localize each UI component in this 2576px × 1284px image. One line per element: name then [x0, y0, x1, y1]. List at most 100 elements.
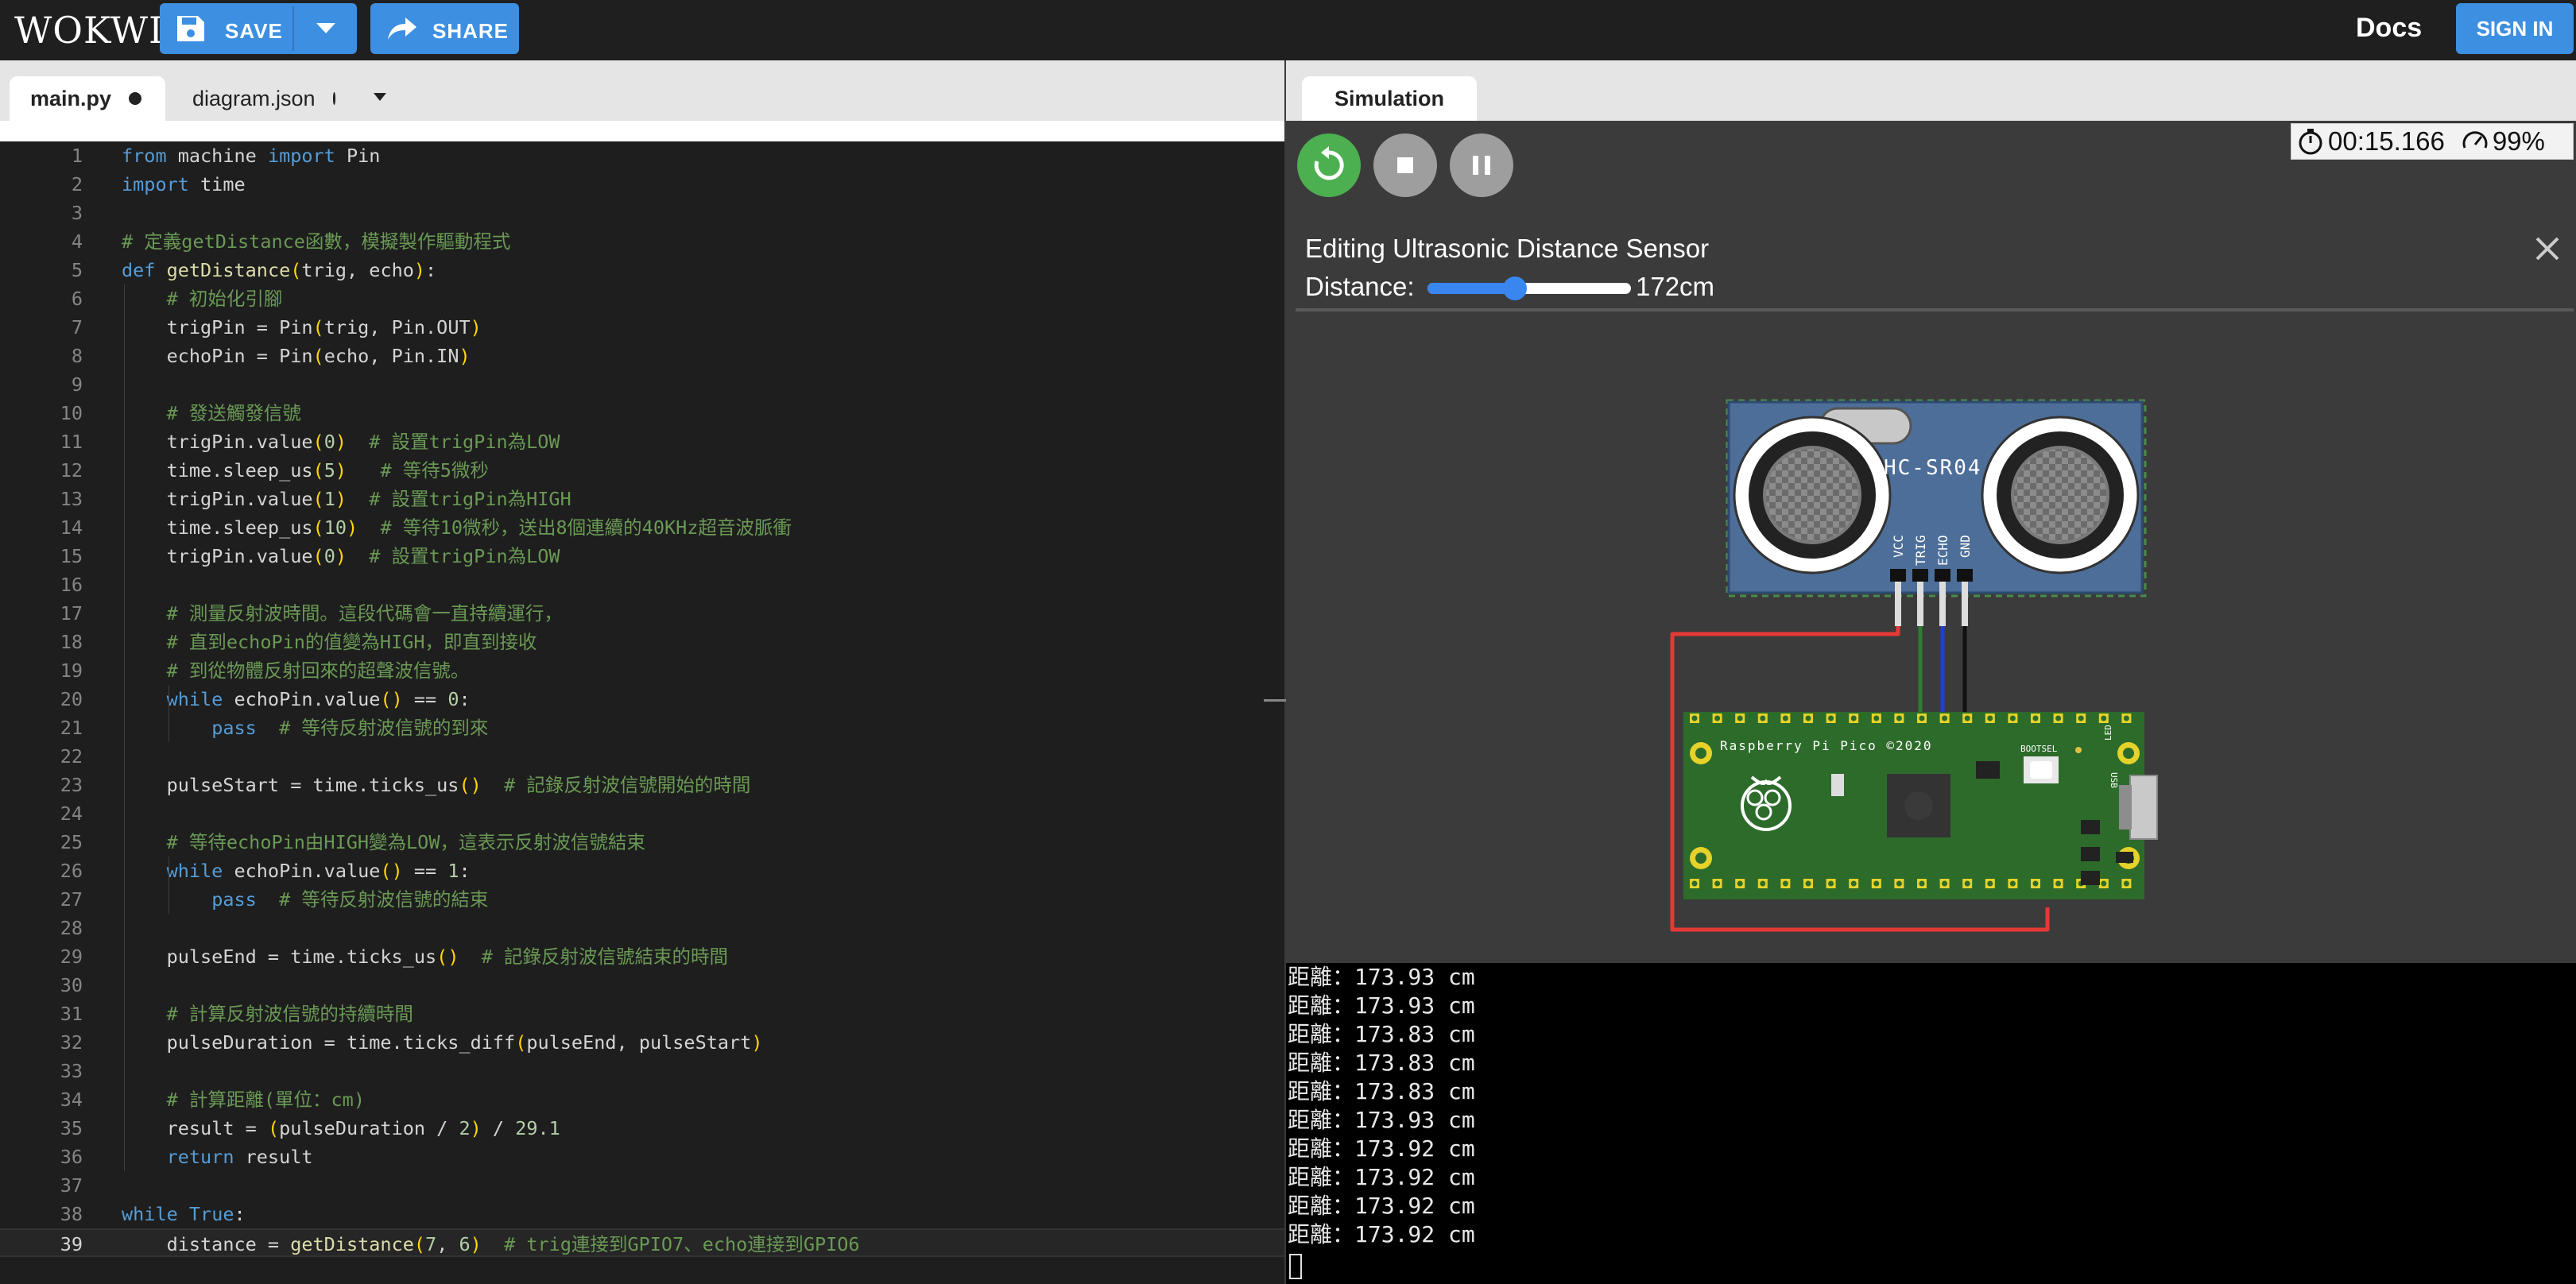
- line-number: 23: [60, 774, 83, 796]
- code-line[interactable]: 27 pass # 等待反射波信號的結束: [0, 885, 1284, 914]
- line-number: 20: [60, 688, 83, 710]
- code-line[interactable]: 24: [0, 799, 1284, 828]
- code-line[interactable]: 16: [0, 570, 1284, 599]
- tab-menu-chevron-down-icon[interactable]: [372, 92, 388, 102]
- code-line-text: trigPin.value(0) # 設置trigPin為LOW: [122, 545, 560, 567]
- code-line-text: pass # 等待反射波信號的結束: [211, 888, 489, 911]
- stop-button[interactable]: [1373, 133, 1437, 197]
- code-line[interactable]: 11 trigPin.value(0) # 設置trigPin為LOW: [0, 427, 1284, 456]
- code-editor-pane: main.py diagram.json 1 from machine impor…: [0, 60, 1284, 1284]
- code-line[interactable]: 32 pulseDuration = time.ticks_diff(pulse…: [0, 1028, 1284, 1057]
- code-line[interactable]: 3: [0, 199, 1284, 227]
- code-line[interactable]: 5 def getDistance(trig, echo):: [0, 256, 1284, 284]
- tab-simulation[interactable]: Simulation: [1302, 76, 1477, 121]
- code-line[interactable]: 33: [0, 1057, 1284, 1085]
- serial-input-cursor[interactable]: [1289, 1254, 1302, 1279]
- code-line[interactable]: 25 # 等待echoPin由HIGH變為LOW，這表示反射波信號結束: [0, 828, 1284, 857]
- serial-output-line: 距離：173.92 cm: [1288, 1221, 1475, 1247]
- serial-output-line: 距離：173.93 cm: [1288, 964, 1475, 990]
- line-number: 27: [60, 888, 83, 911]
- line-number: 1: [71, 145, 83, 167]
- pico-usb-label: USB: [2109, 772, 2119, 788]
- serial-output-line: 距離：173.83 cm: [1288, 1021, 1475, 1047]
- code-line[interactable]: 34 # 計算距離(單位：cm): [0, 1085, 1284, 1114]
- save-options-chevron-down-icon[interactable]: [314, 21, 338, 37]
- code-line[interactable]: 30: [0, 971, 1284, 1000]
- code-line[interactable]: 20 while echoPin.value() == 0:: [0, 685, 1284, 714]
- editor-top-strip: [0, 121, 1284, 141]
- code-line-text: # 測量反射波時間。這段代碼會一直持續運行，: [166, 602, 563, 625]
- restart-button[interactable]: [1297, 133, 1361, 197]
- docs-link[interactable]: Docs: [2356, 13, 2422, 44]
- code-line[interactable]: 29 pulseEnd = time.ticks_us() # 記錄反射波信號結…: [0, 942, 1284, 971]
- code-line[interactable]: 12 time.sleep_us(5) # 等待5微秒: [0, 456, 1284, 485]
- line-number: 7: [71, 316, 83, 338]
- code-line-text: time.sleep_us(5) # 等待5微秒: [122, 459, 489, 482]
- code-line[interactable]: 13 trigPin.value(1) # 設置trigPin為HIGH: [0, 485, 1284, 513]
- code-line-text: pulseDuration = time.ticks_diff(pulseEnd…: [122, 1031, 763, 1054]
- line-number: 3: [71, 202, 83, 224]
- close-icon[interactable]: [2534, 235, 2561, 262]
- code-line[interactable]: 18 # 直到echoPin的值變為HIGH，即直到接收: [0, 628, 1284, 656]
- code-line[interactable]: 15 trigPin.value(0) # 設置trigPin為LOW: [0, 542, 1284, 570]
- code-line-text: # 直到echoPin的值變為HIGH，即直到接收: [166, 631, 537, 653]
- code-line-text: # 計算距離(單位：cm): [166, 1089, 365, 1111]
- code-line[interactable]: 9: [0, 370, 1284, 399]
- code-line[interactable]: 10 # 發送觸發信號: [0, 399, 1284, 427]
- tab-diagram-json[interactable]: diagram.json: [172, 76, 356, 121]
- code-line[interactable]: 2 import time: [0, 170, 1284, 199]
- code-line[interactable]: 23 pulseStart = time.ticks_us() # 記錄反射波信…: [0, 771, 1284, 799]
- code-line[interactable]: 38 while True:: [0, 1200, 1284, 1228]
- pane-resize-handle[interactable]: [1264, 699, 1286, 702]
- code-line-text: distance = getDistance(7, 6) # trig連接到GP…: [122, 1233, 860, 1255]
- distance-slider[interactable]: [1427, 277, 1631, 300]
- distance-label: Distance:: [1305, 272, 1415, 301]
- code-line[interactable]: 21 pass # 等待反射波信號的到來: [0, 714, 1284, 742]
- code-line[interactable]: 4 # 定義getDistance函數，模擬製作驅動程式: [0, 227, 1284, 256]
- code-line[interactable]: 39 distance = getDistance(7, 6) # trig連接…: [0, 1228, 1284, 1257]
- unsaved-dot-icon: [332, 92, 335, 105]
- share-label: SHARE: [432, 19, 509, 43]
- tab-label: main.py: [30, 86, 112, 110]
- pico-bootsel-label: BOOTSEL: [2020, 744, 2058, 754]
- tab-main-py[interactable]: main.py: [10, 76, 165, 121]
- code-line[interactable]: 31 # 計算反射波信號的持續時間: [0, 1000, 1284, 1028]
- elapsed-time: 00:15.166: [2328, 126, 2445, 156]
- code-line-text: while echoPin.value() == 1:: [166, 860, 471, 882]
- simulation-pane: Simulation HC-SR04 VCC TRIG ECHO GND Ras…: [1286, 60, 2576, 1284]
- code-line[interactable]: 35 result = (pulseDuration / 2) / 29.1: [0, 1114, 1284, 1143]
- simulation-canvas[interactable]: HC-SR04 VCC TRIG ECHO GND Raspberry Pi P…: [1286, 121, 2576, 963]
- code-line[interactable]: 6 # 初始化引腳: [0, 284, 1284, 313]
- code-line[interactable]: 19 # 到從物體反射回來的超聲波信號。: [0, 656, 1284, 685]
- code-line[interactable]: 28: [0, 914, 1284, 942]
- save-button[interactable]: SAVE: [225, 19, 283, 44]
- line-number: 6: [71, 288, 83, 310]
- code-area[interactable]: 1 from machine import Pin 2 import time 3 4 # …: [0, 141, 1284, 1284]
- pico-led-label: LED: [2103, 725, 2113, 741]
- code-line[interactable]: 36 return result: [0, 1143, 1284, 1171]
- share-button[interactable]: SHARE: [370, 3, 519, 54]
- code-line[interactable]: 17 # 測量反射波時間。這段代碼會一直持續運行，: [0, 599, 1284, 628]
- line-number: 15: [60, 545, 83, 567]
- code-line[interactable]: 1 from machine import Pin: [0, 141, 1284, 170]
- code-line[interactable]: 14 time.sleep_us(10) # 等待10微秒，送出8個連續的40K…: [0, 513, 1284, 542]
- code-line[interactable]: 8 echoPin = Pin(echo, Pin.IN): [0, 342, 1284, 370]
- speedometer-icon: [2462, 131, 2488, 149]
- line-number: 4: [71, 230, 83, 253]
- code-line[interactable]: 7 trigPin = Pin(trig, Pin.OUT): [0, 313, 1284, 342]
- distance-slider-handle[interactable]: [1503, 277, 1528, 300]
- code-line[interactable]: 37: [0, 1171, 1284, 1200]
- wokwi-logo[interactable]: WOKWI: [14, 6, 164, 54]
- serial-monitor[interactable]: 距離：173.93 cm 距離：173.93 cm 距離：173.83 cm 距離：1…: [1286, 963, 2576, 1284]
- sign-in-button[interactable]: SIGN IN: [2456, 3, 2574, 54]
- ultrasonic-sensor[interactable]: [1727, 400, 2144, 626]
- code-line[interactable]: 22: [0, 742, 1284, 771]
- code-line-text: trigPin.value(1) # 設置trigPin為HIGH: [122, 488, 571, 510]
- line-number: 10: [60, 402, 83, 424]
- pause-button[interactable]: [1450, 133, 1513, 197]
- line-number: 13: [60, 488, 83, 510]
- simulation-tab-bar: Simulation: [1286, 60, 2576, 121]
- code-line-text: pass # 等待反射波信號的到來: [211, 717, 489, 739]
- line-number: 22: [60, 745, 83, 768]
- code-line[interactable]: 26 while echoPin.value() == 1:: [0, 857, 1284, 885]
